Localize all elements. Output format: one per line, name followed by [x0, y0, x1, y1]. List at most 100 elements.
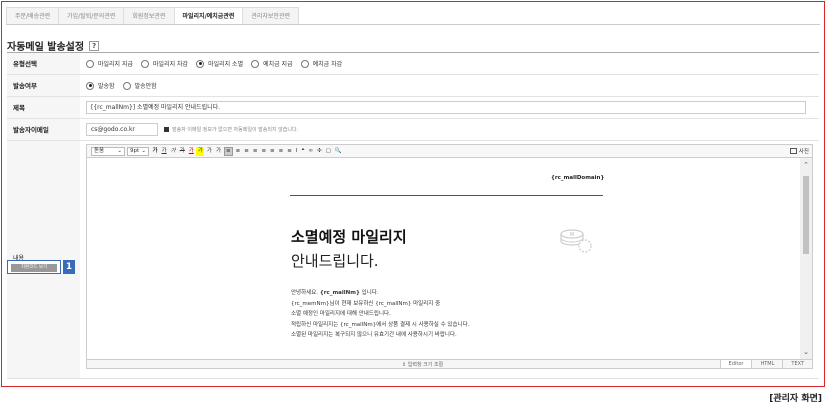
- radio-mileage-expire[interactable]: 마일리지 소멸: [196, 59, 243, 68]
- mail-domain: {rc_mallDomain}: [551, 175, 605, 181]
- font-select-value: 돋움: [94, 148, 105, 154]
- radio-circle[interactable]: [300, 59, 309, 68]
- editor-status-bar: ⇕ 입력창 크기 조절 Editor HTML TEXT: [86, 359, 813, 369]
- substitution-code-button[interactable]: 치환코드 보기: [7, 260, 61, 274]
- tab-mileage-deposit[interactable]: 마일리지/예치금관련: [173, 7, 244, 25]
- radio-circle[interactable]: [122, 81, 131, 90]
- section-title-text: 자동메일 발송설정: [7, 42, 85, 53]
- greeting-suffix: 입니다.: [361, 290, 379, 296]
- strike-button[interactable]: 가: [178, 147, 186, 156]
- mail-body: 안녕하세요. {rc_mallNm} 입니다. {rc_memNm}님이 현재 …: [291, 288, 469, 341]
- underline-button[interactable]: 가: [160, 147, 168, 156]
- mode-editor[interactable]: Editor: [719, 360, 752, 368]
- radio-circle[interactable]: [86, 59, 94, 68]
- subject-cell: [{rc_mallNm}] 소멸예정 마일리지 안내드립니다.: [80, 97, 819, 118]
- mode-text[interactable]: TEXT: [782, 360, 812, 368]
- subject-label: 제목: [7, 97, 80, 118]
- tab-join-leave-inquiry[interactable]: 가입/탈퇴/문의관련: [58, 7, 125, 25]
- tab-divider: [6, 24, 820, 25]
- mode-html[interactable]: HTML: [751, 360, 782, 368]
- radio-circle[interactable]: [141, 59, 150, 68]
- align-center-button[interactable]: ≡: [234, 147, 242, 156]
- mail-heading: 소멸예정 마일리지: [291, 228, 407, 246]
- subject-input[interactable]: [{rc_mallNm}] 소멸예정 마일리지 안내드립니다.: [86, 101, 806, 114]
- radio-circle-checked[interactable]: [86, 81, 94, 90]
- subject-row: 제목 [{rc_mallNm}] 소멸예정 마일리지 안내드립니다.: [7, 97, 819, 119]
- help-icon[interactable]: ?: [89, 40, 100, 51]
- settings-form: 유형선택 마일리지 지급 마일리지 차감 마일리지 소멸 예치금 지급 예치금 …: [7, 52, 819, 379]
- radio-label: 발송함: [98, 83, 115, 90]
- search-icon[interactable]: 🔍: [333, 147, 343, 156]
- quote-button[interactable]: ❝: [300, 147, 306, 156]
- clear-format-button[interactable]: I: [294, 147, 299, 156]
- indent-button[interactable]: ≡: [286, 147, 294, 156]
- radio-mileage-give[interactable]: 마일리지 지급: [86, 59, 133, 68]
- send-row: 발송여부 발송함 발송안함: [7, 75, 819, 97]
- align-justify-button[interactable]: ≡: [251, 147, 259, 156]
- mail-line-4: 적립하신 마일리지는 {rc_mallNm}에서 상품 결제 시 사용하실 수 …: [291, 321, 470, 328]
- coin-icon: M: [560, 229, 592, 253]
- link-button[interactable]: ∞: [307, 147, 315, 156]
- radio-deposit-give[interactable]: 예치금 지급: [251, 59, 293, 68]
- rich-text-editor: 돋움⌄ 9pt⌄ 가 가 가 가 가 가 가 가 ≡ ≡ ≡ ≡ ≡ ≡ ≡: [86, 144, 813, 369]
- tab-order-shipping[interactable]: 주문/배송관련: [6, 7, 60, 25]
- photo-button[interactable]: 사진: [789, 147, 809, 155]
- table-button[interactable]: ▢: [324, 147, 332, 156]
- resize-handle[interactable]: ⇕ 입력창 크기 조절: [402, 361, 443, 368]
- radio-deposit-deduct[interactable]: 예치금 차감: [300, 59, 343, 68]
- unordered-list-button[interactable]: ≡: [269, 147, 277, 156]
- mail-divider: [290, 195, 603, 196]
- editor-content-area[interactable]: {rc_mallDomain} 소멸예정 마일리지 안내드립니다. M 안녕하세…: [86, 158, 813, 359]
- sender-cell: cs@godo.co.kr 발송자 이메일 정보가 없으면 자동메일이 발송되지…: [80, 119, 819, 140]
- type-label: 유형선택: [7, 53, 80, 74]
- photo-label: 사진: [798, 149, 809, 155]
- radio-label: 예치금 지급: [263, 61, 293, 68]
- outdent-button[interactable]: ≡: [277, 147, 285, 156]
- align-right-button[interactable]: ≡: [243, 147, 251, 156]
- superscript-button[interactable]: 가: [205, 147, 213, 156]
- radio-label: 예치금 차감: [312, 61, 343, 68]
- special-char-button[interactable]: ✣: [316, 147, 324, 156]
- mail-line-3: 소멸 예정인 마일리지에 대해 안내드립니다.: [291, 311, 391, 317]
- tab-admin-security[interactable]: 관리자보안관련: [242, 7, 300, 25]
- tab-bar: 주문/배송관련 가입/탈퇴/문의관련 회원정보관련 마일리지/예치금관련 관리자…: [6, 7, 300, 25]
- editor-toolbar: 돋움⌄ 9pt⌄ 가 가 가 가 가 가 가 가 ≡ ≡ ≡ ≡ ≡ ≡ ≡: [86, 144, 813, 158]
- bold-button[interactable]: 가: [151, 147, 159, 156]
- mail-line-1: 안녕하세요. {rc_mallNm} 입니다.: [291, 288, 469, 299]
- radio-label: 마일리지 지급: [98, 61, 134, 68]
- send-options: 발송함 발송안함: [80, 75, 819, 96]
- tab-member-info[interactable]: 회원정보관련: [123, 7, 175, 25]
- font-select[interactable]: 돋움 ⌄: [91, 146, 125, 156]
- scrollbar-thumb[interactable]: [803, 176, 809, 254]
- sender-email-input[interactable]: cs@godo.co.kr: [86, 123, 158, 136]
- mail-line-5: 소멸된 마일리지는 복구되지 않으니 유효기간 내에 사용하시기 바랍니다.: [291, 332, 457, 338]
- send-label: 발송여부: [7, 75, 80, 96]
- chevron-down-icon: ⌄: [117, 148, 122, 154]
- radio-label: 마일리지 소멸: [208, 61, 244, 68]
- subscript-button[interactable]: 가: [214, 147, 222, 156]
- ordered-list-button[interactable]: ≡: [260, 147, 268, 156]
- highlight-button[interactable]: 가: [196, 146, 205, 156]
- radio-circle[interactable]: [251, 59, 260, 68]
- chevron-up-icon[interactable]: ⌃: [800, 159, 812, 171]
- size-select[interactable]: 9pt ⌄: [127, 146, 149, 156]
- chevron-down-icon[interactable]: ⌄: [800, 346, 812, 358]
- type-row: 유형선택 마일리지 지급 마일리지 차감 마일리지 소멸 예치금 지급 예치금 …: [7, 53, 819, 75]
- figure-caption: [관리자 화면]: [769, 394, 822, 404]
- radio-circle-checked[interactable]: [196, 59, 205, 68]
- editor-scrollbar[interactable]: ⌃ ⌄: [800, 158, 812, 359]
- font-color-button[interactable]: 가: [187, 147, 195, 156]
- radio-send-yes[interactable]: 발송함: [86, 81, 115, 90]
- greeting-name: {rc_mallNm}: [319, 290, 360, 296]
- editor-mode-tabs: Editor HTML TEXT: [719, 360, 812, 368]
- content-row: 돋움⌄ 9pt⌄ 가 가 가 가 가 가 가 가 ≡ ≡ ≡ ≡ ≡ ≡ ≡: [7, 141, 819, 379]
- size-select-value: 9pt: [130, 148, 140, 154]
- mail-line-2: {rc_memNm}님이 현재 보유하신 {rc_mallNm} 마일리지 중: [291, 300, 441, 307]
- align-left-button[interactable]: ≡: [223, 146, 234, 156]
- radio-mileage-deduct[interactable]: 마일리지 차감: [141, 59, 188, 68]
- sender-note: 발송자 이메일 정보가 없으면 자동메일이 발송되지 않습니다.: [172, 127, 299, 133]
- radio-send-no[interactable]: 발송안함: [122, 81, 157, 90]
- greeting-prefix: 안녕하세요.: [291, 290, 319, 296]
- italic-button[interactable]: 가: [169, 147, 177, 156]
- chevron-down-icon: ⌄: [141, 148, 146, 154]
